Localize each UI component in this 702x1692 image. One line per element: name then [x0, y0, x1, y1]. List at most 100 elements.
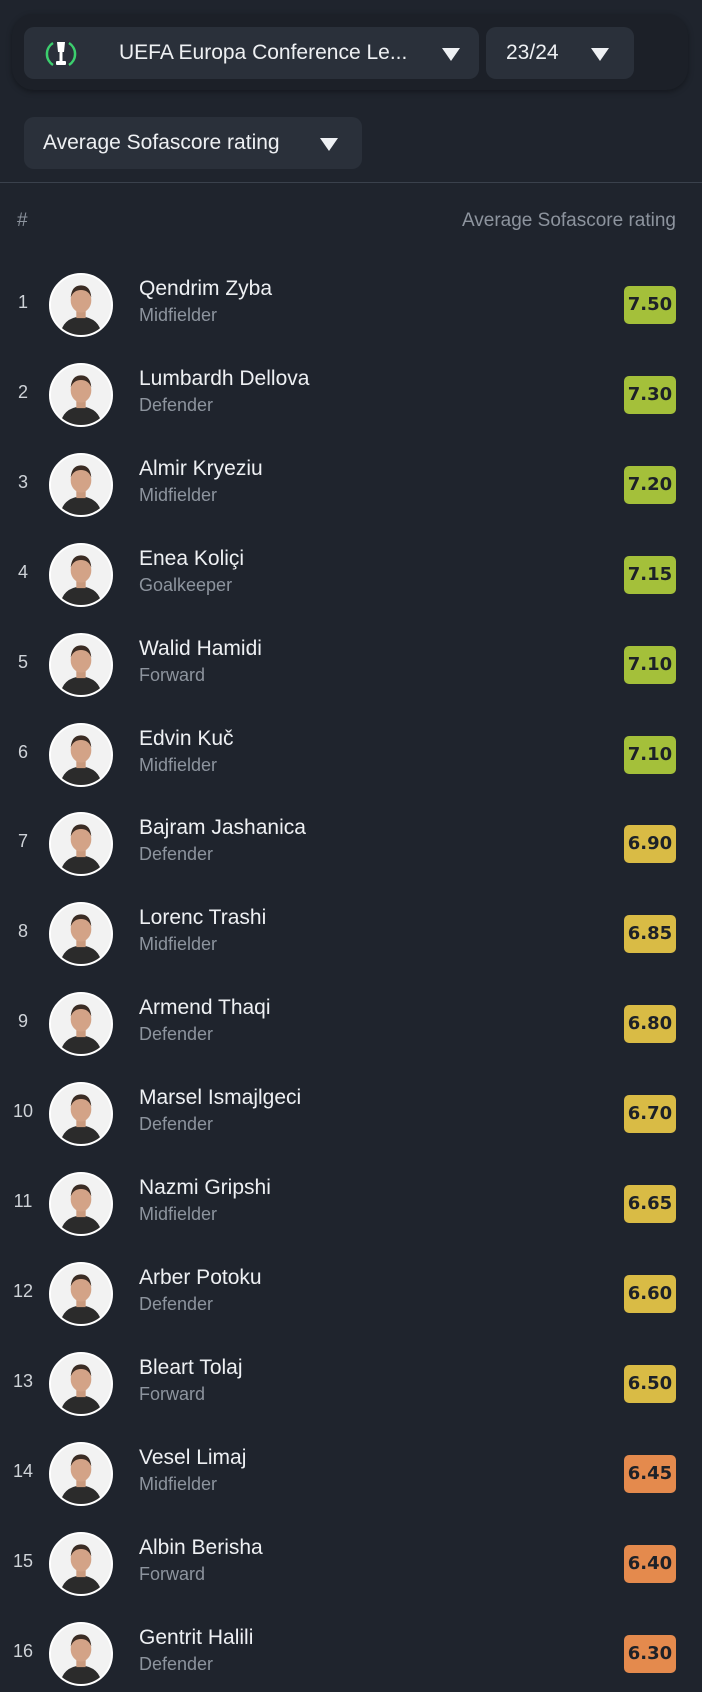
- player-rank: 6: [17, 741, 28, 762]
- player-row[interactable]: 10 Marsel Ismajlgeci Defender 6.70: [0, 1069, 702, 1159]
- player-row[interactable]: 5 Walid Hamidi Forward 7.10: [0, 620, 702, 710]
- rating-badge: 6.70: [624, 1095, 676, 1134]
- player-avatar[interactable]: [49, 1621, 113, 1686]
- rating-column-header: Average Sofascore rating: [461, 210, 676, 231]
- player-position: Midfielder: [139, 1473, 218, 1494]
- player-row[interactable]: 16 Gentrit Halili Defender 6.30: [0, 1609, 702, 1692]
- player-avatar[interactable]: [49, 542, 113, 607]
- player-rank: 3: [17, 471, 28, 492]
- player-position: Defender: [139, 394, 214, 415]
- player-position: Defender: [139, 1114, 214, 1135]
- player-avatar[interactable]: [49, 1531, 113, 1596]
- rating-badge: 7.20: [624, 465, 676, 504]
- player-name: Edvin Kuč: [139, 726, 234, 750]
- player-rank: 5: [17, 651, 28, 672]
- player-avatar[interactable]: [49, 273, 113, 337]
- rating-badge: 7.10: [624, 645, 676, 684]
- player-avatar[interactable]: [49, 1351, 113, 1416]
- player-avatar[interactable]: [49, 1082, 113, 1147]
- player-rank: 8: [17, 921, 28, 942]
- player-avatar[interactable]: [49, 1172, 113, 1236]
- rating-badge: 7.30: [624, 375, 676, 414]
- player-row[interactable]: 3 Almir Kryeziu Midfielder 7.20: [0, 440, 702, 530]
- competition-label: UEFA Europa Conference Le...: [119, 41, 408, 64]
- player-position: Midfielder: [139, 305, 218, 325]
- player-rank: 2: [17, 381, 28, 402]
- player-row[interactable]: 7 Bajram Jashanica Defender 6.90: [0, 799, 702, 889]
- rating-badge: 6.40: [624, 1544, 676, 1583]
- rating-badge: 6.60: [624, 1274, 676, 1313]
- player-avatar[interactable]: [49, 722, 113, 787]
- rating-badge: 7.15: [624, 555, 676, 594]
- metric-label: Average Sofascore rating: [43, 131, 280, 154]
- player-name: Marsel Ismajlgeci: [139, 1086, 302, 1110]
- player-row[interactable]: 12 Arber Potoku Defender 6.60: [0, 1249, 702, 1339]
- player-rank: 14: [12, 1460, 34, 1481]
- player-position: Defender: [139, 1293, 214, 1314]
- rating-badge: 7.50: [624, 286, 676, 324]
- player-rank: 1: [17, 292, 28, 312]
- player-row[interactable]: 15 Albin Berisha Forward 6.40: [0, 1519, 702, 1609]
- conference-league-trophy-icon: [44, 37, 78, 71]
- player-avatar[interactable]: [49, 992, 113, 1057]
- player-avatar[interactable]: [49, 452, 113, 517]
- player-row[interactable]: 6 Edvin Kuč Midfielder 7.10: [0, 710, 702, 800]
- player-name: Armend Thaqi: [139, 996, 271, 1020]
- player-name: Vesel Limaj: [139, 1445, 247, 1469]
- player-position: Midfielder: [139, 934, 218, 955]
- player-row[interactable]: 4 Enea Koliçi Goalkeeper 7.15: [0, 530, 702, 620]
- player-rank: 10: [12, 1101, 34, 1122]
- player-avatar[interactable]: [49, 812, 113, 877]
- player-name: Walid Hamidi: [139, 636, 262, 660]
- rating-badge: 6.50: [624, 1364, 676, 1403]
- player-row[interactable]: 11 Nazmi Gripshi Midfielder 6.65: [0, 1159, 702, 1249]
- player-position: Midfielder: [139, 484, 218, 505]
- player-name: Lorenc Trashi: [139, 906, 267, 930]
- player-avatar[interactable]: [49, 632, 113, 697]
- player-position: Defender: [139, 1024, 214, 1045]
- player-avatar[interactable]: [49, 1441, 113, 1506]
- player-row[interactable]: 8 Lorenc Trashi Midfielder 6.85: [0, 889, 702, 979]
- player-avatar[interactable]: [49, 362, 113, 427]
- player-rank: 11: [13, 1191, 33, 1211]
- player-name: Lumbardh Dellova: [139, 366, 310, 390]
- metric-dropdown[interactable]: Average Sofascore rating: [24, 117, 362, 169]
- divider: [0, 182, 702, 183]
- rating-badge: 6.45: [624, 1454, 676, 1493]
- player-position: Midfielder: [139, 754, 218, 775]
- player-rank: 7: [17, 831, 28, 852]
- player-row[interactable]: 14 Vesel Limaj Midfielder 6.45: [0, 1429, 702, 1519]
- player-row[interactable]: 13 Bleart Tolaj Forward 6.50: [0, 1339, 702, 1429]
- player-name: Bajram Jashanica: [139, 816, 306, 840]
- player-row[interactable]: 9 Armend Thaqi Defender 6.80: [0, 979, 702, 1069]
- player-name: Almir Kryeziu: [139, 456, 263, 480]
- player-position: Forward: [139, 1383, 206, 1404]
- filter-bar: UEFA Europa Conference Le... 23/24: [12, 14, 688, 90]
- player-name: Qendrim Zyba: [139, 277, 273, 300]
- rating-badge: 6.90: [624, 825, 676, 864]
- rating-badge: 6.80: [624, 1005, 676, 1044]
- player-name: Albin Berisha: [139, 1535, 263, 1559]
- rank-column-header: #: [17, 210, 28, 231]
- player-rank: 13: [12, 1370, 34, 1391]
- player-position: Goalkeeper: [139, 574, 233, 595]
- player-rank: 15: [12, 1550, 34, 1571]
- player-position: Defender: [139, 844, 214, 865]
- player-row[interactable]: 2 Lumbardh Dellova Defender 7.30: [0, 350, 702, 440]
- rating-badge: 7.10: [624, 735, 676, 774]
- player-rank: 12: [12, 1280, 34, 1301]
- chevron-down-icon: [442, 48, 460, 61]
- player-rank: 16: [12, 1640, 34, 1661]
- player-avatar[interactable]: [49, 902, 113, 967]
- player-name: Gentrit Halili: [139, 1625, 254, 1649]
- competition-dropdown[interactable]: UEFA Europa Conference Le...: [24, 27, 479, 79]
- rating-badge: 6.85: [624, 915, 676, 954]
- chevron-down-icon: [591, 48, 609, 61]
- season-dropdown[interactable]: 23/24: [486, 27, 634, 79]
- player-position: Midfielder: [139, 1204, 218, 1224]
- season-label: 23/24: [506, 41, 559, 64]
- player-row[interactable]: 1 Qendrim Zyba Midfielder 7.50: [0, 260, 702, 350]
- rating-badge: 6.30: [624, 1634, 676, 1673]
- player-rank: 4: [17, 561, 28, 582]
- player-avatar[interactable]: [49, 1261, 113, 1326]
